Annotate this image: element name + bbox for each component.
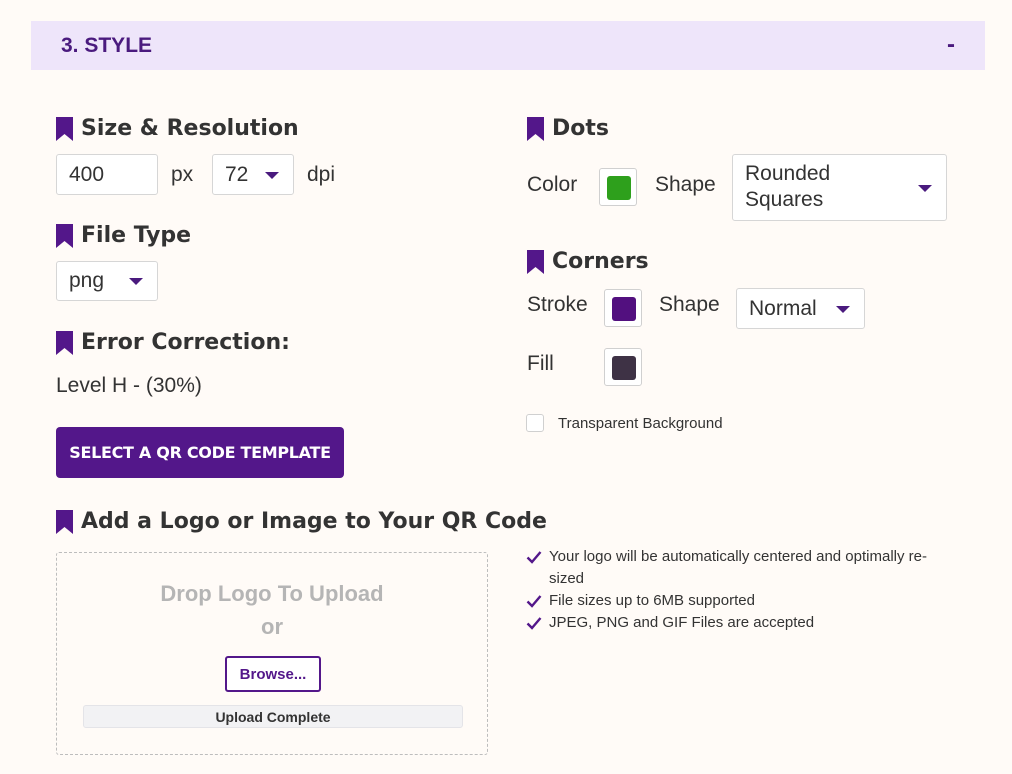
- file-type-value: png: [69, 269, 105, 292]
- dots-color-swatch: [607, 176, 631, 200]
- check-icon: [526, 551, 542, 564]
- chevron-down-icon: [129, 278, 143, 285]
- bookmark-icon: [56, 223, 73, 248]
- dots-title: Dots: [552, 116, 609, 141]
- size-resolution-title: Size & Resolution: [81, 116, 299, 141]
- style-section-header[interactable]: 3. STYLE -: [31, 21, 985, 70]
- upload-status: Upload Complete: [83, 705, 463, 728]
- select-template-button[interactable]: SELECT A QR CODE TEMPLATE: [56, 427, 344, 478]
- dpi-select-value: 72: [225, 162, 249, 186]
- corners-fill-picker[interactable]: [604, 348, 642, 386]
- corners-stroke-swatch: [612, 297, 636, 321]
- browse-button[interactable]: Browse...: [225, 656, 321, 692]
- bookmark-icon: [56, 509, 73, 534]
- bookmark-icon: [56, 116, 73, 141]
- dots-shape-select[interactable]: Rounded Squares: [732, 154, 947, 221]
- size-unit-label: px: [171, 163, 194, 186]
- bookmark-icon: [527, 116, 544, 141]
- collapse-toggle[interactable]: -: [947, 31, 955, 59]
- logo-dropzone[interactable]: Drop Logo To Upload or Browse... Upload …: [56, 552, 488, 755]
- dots-heading: Dots: [527, 116, 609, 141]
- chevron-down-icon: [836, 305, 850, 313]
- size-resolution-heading: Size & Resolution: [56, 116, 299, 141]
- corners-stroke-label: Stroke: [527, 293, 588, 316]
- drop-or-text: or: [261, 614, 283, 639]
- file-type-heading: File Type: [56, 223, 191, 248]
- error-correction-value: Level H - (30%): [56, 374, 202, 397]
- dpi-unit-label: dpi: [307, 163, 336, 186]
- corners-shape-select[interactable]: Normal: [736, 288, 865, 329]
- dots-color-picker[interactable]: [599, 168, 637, 206]
- section-title: 3. STYLE: [61, 34, 153, 57]
- list-item: JPEG, PNG and GIF Files are accepted: [526, 612, 946, 634]
- logo-title: Add a Logo or Image to Your QR Code: [81, 509, 547, 534]
- chevron-down-icon: [918, 184, 932, 192]
- list-item: Your logo will be automatically centered…: [526, 546, 946, 590]
- check-icon: [526, 595, 542, 608]
- size-input-value: 400: [69, 162, 105, 186]
- corners-stroke-picker[interactable]: [604, 289, 642, 327]
- chevron-down-icon: [265, 171, 279, 179]
- bookmark-icon: [56, 330, 73, 355]
- dots-shape-value-line1: Rounded: [745, 162, 831, 185]
- corners-fill-label: Fill: [527, 352, 554, 375]
- corners-shape-label: Shape: [659, 293, 720, 316]
- bookmark-icon: [527, 249, 544, 274]
- check-icon: [526, 617, 542, 630]
- corners-title: Corners: [552, 249, 649, 274]
- list-item: File sizes up to 6MB supported: [526, 590, 946, 612]
- dpi-select[interactable]: 72: [212, 154, 294, 195]
- transparent-background-label: Transparent Background: [558, 415, 723, 432]
- dots-shape-value-line2: Squares: [745, 188, 824, 211]
- drop-logo-text: Drop Logo To Upload: [160, 581, 384, 606]
- error-correction-heading: Error Correction:: [56, 330, 290, 355]
- file-type-title: File Type: [81, 223, 192, 248]
- corners-heading: Corners: [527, 249, 649, 274]
- error-correction-title: Error Correction:: [81, 330, 290, 355]
- dots-shape-label: Shape: [655, 173, 716, 196]
- dots-color-label: Color: [527, 173, 578, 196]
- logo-feature-list: Your logo will be automatically centered…: [526, 546, 946, 634]
- size-input[interactable]: 400: [56, 154, 158, 195]
- logo-heading: Add a Logo or Image to Your QR Code: [56, 509, 547, 534]
- transparent-background-checkbox[interactable]: [526, 414, 544, 432]
- corners-fill-swatch: [612, 356, 636, 380]
- file-type-select[interactable]: png: [56, 261, 158, 301]
- corners-shape-value: Normal: [749, 296, 817, 320]
